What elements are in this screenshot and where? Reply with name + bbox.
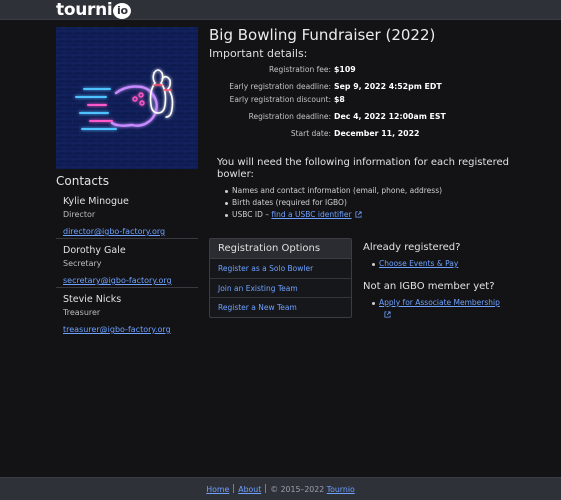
bullet — [372, 263, 375, 266]
footer: Home About © 2015–2022 Tournio — [0, 477, 561, 500]
contact-divider — [56, 287, 198, 288]
bullet — [372, 302, 375, 305]
footer-tournio-link[interactable]: Tournio — [327, 485, 355, 494]
find-usbc-identifier-link[interactable]: find a USBC identifier — [271, 210, 351, 219]
required-info-intro: You will need the following information … — [217, 157, 509, 180]
important-details-heading: Important details: — [209, 47, 308, 60]
apply-associate-membership-link[interactable]: Apply for Associate Membership — [379, 298, 500, 307]
neon-bowling-illustration — [56, 27, 198, 169]
registration-options-heading: Registration Options — [210, 239, 351, 259]
detail-value: $109 — [334, 65, 356, 74]
detail-label: Early registration discount: — [229, 95, 331, 104]
footer-separator — [233, 484, 235, 493]
external-link-icon — [355, 211, 362, 218]
top-navbar: tourni io — [0, 0, 561, 20]
contact-card-director: Kylie Minogue Director director@igbo-fac… — [56, 196, 198, 238]
detail-value: $8 — [334, 95, 345, 104]
required-info-list: Names and contact information (email, ph… — [224, 186, 442, 222]
contact-name: Dorothy Gale — [63, 245, 126, 256]
external-link-icon — [384, 311, 391, 318]
contact-name: Stevie Nicks — [63, 294, 122, 305]
contact-card-secretary: Dorothy Gale Secretary secretary@igbo-fa… — [56, 245, 198, 287]
list-item: Names and contact information (email, ph… — [224, 186, 442, 198]
contact-email-link[interactable]: secretary@igbo-factory.org — [63, 276, 172, 285]
footer-about-link[interactable]: About — [238, 485, 261, 494]
join-existing-team-link[interactable]: Join an Existing Team — [210, 279, 351, 298]
registration-options-panel: Registration Options Register as a Solo … — [209, 238, 352, 318]
list-item: Birth dates (required for IGBO) — [224, 198, 442, 210]
detail-label: Registration fee: — [268, 65, 331, 74]
footer-copyright: © 2015–2022 — [270, 485, 325, 494]
contact-role: Director — [63, 210, 96, 219]
footer-separator — [265, 484, 267, 493]
detail-label: Registration deadline: — [248, 112, 331, 121]
detail-value: Sep 9, 2022 4:52pm EDT — [334, 82, 442, 91]
contact-email-link[interactable]: director@igbo-factory.org — [63, 227, 165, 236]
contacts-heading: Contacts — [56, 174, 109, 188]
tournio-logo[interactable]: tourni io — [56, 0, 132, 20]
already-registered-heading: Already registered? — [363, 242, 461, 253]
membership-heading: Not an IGBO member yet? — [363, 281, 495, 292]
contact-role: Secretary — [63, 259, 102, 268]
detail-value: Dec 4, 2022 12:00am EST — [334, 112, 446, 121]
logo-badge: io — [113, 3, 132, 19]
logo-text: tourni — [56, 0, 113, 20]
detail-start-date: Start date: December 11, 2022 — [209, 129, 509, 141]
event-neon-bowling-image — [56, 27, 198, 169]
choose-events-pay-link[interactable]: Choose Events & Pay — [379, 259, 458, 268]
register-solo-bowler-link[interactable]: Register as a Solo Bowler — [210, 259, 351, 279]
usbc-prefix: USBC ID – — [232, 210, 272, 219]
event-title: Big Bowling Fundraiser (2022) — [209, 26, 436, 44]
detail-label: Start date: — [290, 129, 331, 138]
list-item-usbc: USBC ID – find a USBC identifier — [224, 210, 442, 222]
contact-divider — [56, 238, 198, 239]
register-new-team-link[interactable]: Register a New Team — [210, 298, 351, 318]
contact-card-treasurer: Stevie Nicks Treasurer treasurer@igbo-fa… — [56, 294, 198, 336]
detail-registration-deadline: Registration deadline: Dec 4, 2022 12:00… — [209, 112, 509, 124]
footer-home-link[interactable]: Home — [206, 485, 229, 494]
contact-name: Kylie Minogue — [63, 196, 129, 207]
detail-value: December 11, 2022 — [334, 129, 420, 138]
contact-email-link[interactable]: treasurer@igbo-factory.org — [63, 325, 171, 334]
detail-registration-fee: Registration fee: $109 — [209, 65, 509, 77]
detail-early-discount: Early registration discount: $8 — [209, 95, 509, 107]
detail-label: Early registration deadline: — [229, 82, 331, 91]
contact-role: Treasurer — [63, 308, 101, 317]
detail-early-deadline: Early registration deadline: Sep 9, 2022… — [209, 82, 509, 94]
